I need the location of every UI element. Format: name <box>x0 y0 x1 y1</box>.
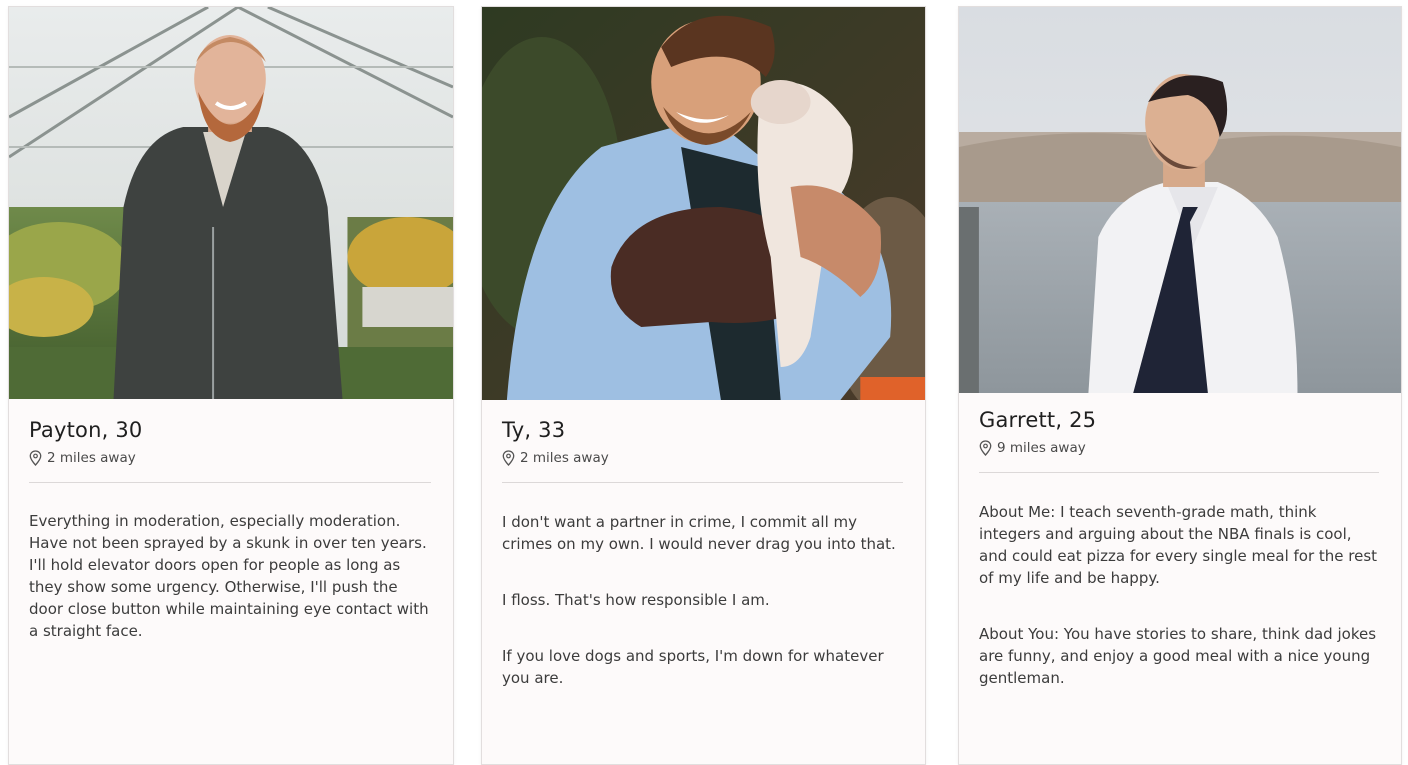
location-pin-icon <box>502 450 515 466</box>
divider <box>502 482 903 483</box>
profile-photo[interactable] <box>959 7 1401 393</box>
profile-name-age: Ty, 33 <box>502 418 566 442</box>
bio-paragraph: Everything in moderation, especially mod… <box>29 512 429 640</box>
profile-card[interactable]: Ty, 33 2 miles away I don't want a partn… <box>481 6 926 765</box>
profile-distance: 2 miles away <box>29 449 431 467</box>
profile-name-age: Garrett, 25 <box>979 408 1097 432</box>
profile-info: Garrett, 25 9 miles away About Me: I tea… <box>979 407 1379 723</box>
divider <box>979 472 1379 473</box>
distance-text: 2 miles away <box>520 450 609 466</box>
distance-text: 9 miles away <box>997 440 1086 456</box>
profile-name-age: Payton, 30 <box>29 418 143 442</box>
greenhouse-photo-image <box>9 7 453 399</box>
profile-distance: 9 miles away <box>979 439 1379 457</box>
location-pin-icon <box>979 440 992 456</box>
profile-card[interactable]: Garrett, 25 9 miles away About Me: I tea… <box>958 6 1402 765</box>
man-by-lake-photo-image <box>959 7 1401 393</box>
bio-paragraph: If you love dogs and sports, I'm down fo… <box>502 647 884 687</box>
bio-paragraph: I floss. That's how responsible I am. <box>502 591 770 609</box>
profile-distance: 2 miles away <box>502 449 903 467</box>
profile-photo[interactable] <box>482 7 925 400</box>
profile-info: Ty, 33 2 miles away I don't want a partn… <box>502 417 903 723</box>
profile-photo[interactable] <box>9 7 453 399</box>
man-with-dog-photo-image <box>482 7 925 400</box>
profile-card[interactable]: Payton, 30 2 miles away Everything in mo… <box>8 6 454 765</box>
bio-paragraph: I don't want a partner in crime, I commi… <box>502 513 896 553</box>
profile-info: Payton, 30 2 miles away Everything in mo… <box>29 417 431 676</box>
distance-text: 2 miles away <box>47 450 136 466</box>
bio-paragraph: About You: You have stories to share, th… <box>979 625 1377 687</box>
divider <box>29 482 431 483</box>
profile-bio: I don't want a partner in crime, I commi… <box>502 511 903 689</box>
bio-paragraph: About Me: I teach seventh-grade math, th… <box>979 503 1378 587</box>
location-pin-icon <box>29 450 42 466</box>
profile-bio: About Me: I teach seventh-grade math, th… <box>979 501 1379 689</box>
profile-bio: Everything in moderation, especially mod… <box>29 510 431 642</box>
